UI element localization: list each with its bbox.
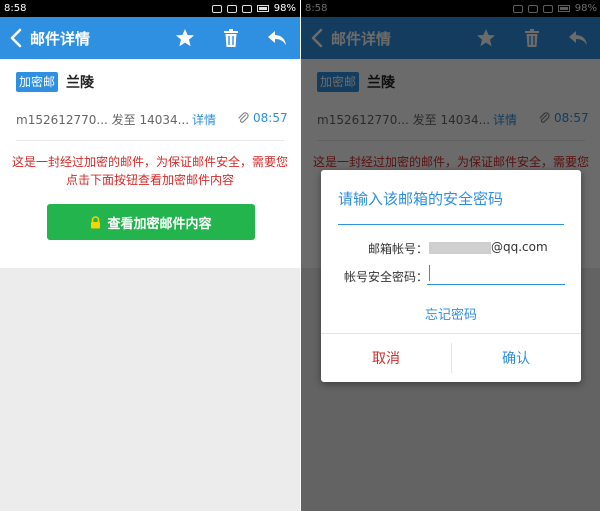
alarm-icon [211,4,222,13]
reply-button[interactable] [254,17,300,59]
password-label: 帐号安全密码： [343,270,428,284]
app-bar: 邮件详情 [0,17,300,59]
forgot-password-link[interactable]: 忘记密码 [321,304,581,323]
account-label: 邮箱帐号： [367,242,428,256]
detail-link[interactable]: 详情 [192,111,216,128]
masked-account-name [429,242,491,254]
signal-icon [241,4,252,13]
trash-icon [224,29,238,47]
wifi-icon [226,4,237,13]
back-arrow-icon [10,28,22,48]
mail-meta-row: m152612770... 发至 14034... 详情 08:57 [0,107,300,129]
dialog-title-underline [338,224,564,225]
mail-sender-recipient: m152612770... 发至 14034... [16,113,190,127]
battery-level: 98% [273,3,296,14]
delete-button[interactable] [208,17,254,59]
mail-detail-screen: 8:58 98% 邮件详情 加密邮 兰陵 m152612770... 发至 14… [0,0,300,511]
divider [16,140,284,141]
star-button[interactable] [162,17,208,59]
account-domain: @qq.com [491,240,548,254]
dialog-title: 请输入该邮箱的安全密码 [338,190,504,208]
view-encrypted-content-button[interactable]: 查看加密邮件内容 [47,204,255,240]
page-title: 邮件详情 [30,29,91,48]
password-dialog-screen: 8:58 98% 邮件详情 [301,0,600,511]
view-encrypted-content-label: 查看加密邮件内容 [107,216,212,232]
cancel-button[interactable]: 取消 [321,348,451,368]
attachment-clip-icon[interactable] [237,112,249,124]
security-password-input[interactable] [427,262,565,285]
mail-subject: 兰陵 [66,75,95,91]
lock-icon [91,215,101,228]
back-button[interactable] [2,28,30,48]
star-icon [176,29,194,47]
encryption-notice: 这是一封经过加密的邮件，为保证邮件安全，需要您点击下面按钮查看加密邮件内容 [11,155,288,187]
reply-icon [268,31,286,45]
status-bar: 8:58 98% [0,0,300,17]
mail-time: 08:57 [253,111,288,125]
confirm-button[interactable]: 确认 [451,348,581,368]
status-time: 8:58 [4,3,27,14]
encrypted-tag: 加密邮 [16,72,59,92]
text-caret [429,265,430,281]
screenshot-pair: 8:58 98% 邮件详情 加密邮 兰陵 m152612770... 发至 14… [0,0,600,511]
battery-icon [256,5,269,12]
security-password-dialog: 请输入该邮箱的安全密码 邮箱帐号： @qq.com 帐号安全密码： 忘记密码 取… [321,170,581,382]
